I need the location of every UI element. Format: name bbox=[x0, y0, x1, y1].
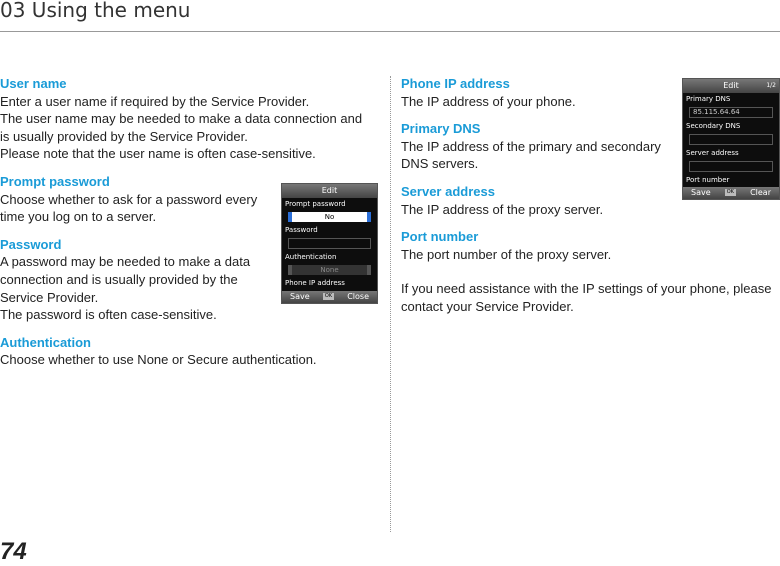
section-heading: Primary DNS bbox=[401, 121, 481, 137]
text: Please note that the user name is often … bbox=[0, 146, 316, 162]
section-heading: Server address bbox=[401, 183, 495, 199]
password-field bbox=[288, 238, 371, 249]
softkey-bar: Save OK Close bbox=[282, 291, 377, 303]
text: Enter a user name if required by the Ser… bbox=[0, 93, 310, 109]
section-password: Password A password may be needed to mak… bbox=[0, 236, 265, 324]
screen-title: Edit bbox=[723, 81, 739, 90]
page-number: 74 bbox=[0, 538, 27, 565]
text: The IP address of the proxy server. bbox=[401, 201, 604, 217]
clear-softkey: Clear bbox=[750, 188, 771, 197]
ok-icon: OK bbox=[724, 189, 736, 196]
section-prompt-password: Prompt password Choose whether to ask fo… bbox=[0, 173, 265, 226]
section-heading: Authentication bbox=[0, 334, 91, 350]
text: The IP address of your phone. bbox=[401, 93, 576, 109]
text: Choose whether to use None or Secure aut… bbox=[0, 352, 317, 368]
section-heading: Port number bbox=[401, 229, 479, 245]
secondary-dns-field bbox=[689, 134, 773, 145]
softkey-bar: Save OK Clear bbox=[683, 187, 779, 199]
section-server-address: Server address The IP address of the pro… bbox=[401, 183, 676, 218]
section-heading: Phone IP address bbox=[401, 76, 510, 91]
field-label: Authentication bbox=[285, 253, 337, 261]
server-address-field bbox=[689, 161, 773, 172]
field-label: Primary DNS bbox=[686, 95, 731, 103]
close-softkey: Close bbox=[347, 292, 369, 301]
save-softkey: Save bbox=[290, 292, 310, 301]
section-primary-dns: Primary DNS The IP address of the primar… bbox=[401, 120, 676, 173]
primary-dns-field: 85.115.64.64 bbox=[689, 107, 773, 118]
text: The user name may be needed to make a da… bbox=[0, 111, 363, 144]
assistance-note: If you need assistance with the IP setti… bbox=[401, 281, 772, 314]
right-column: Phone IP address The IP address of your … bbox=[401, 75, 772, 316]
section-heading: User name bbox=[0, 76, 67, 91]
text: The IP address of the primary and second… bbox=[401, 138, 661, 172]
field-label: Password bbox=[285, 226, 318, 234]
prompt-selector: No bbox=[288, 212, 371, 222]
phone-screenshot-1: Edit Prompt password No Password Authent… bbox=[281, 183, 378, 304]
field-label: Server address bbox=[686, 149, 739, 157]
section-heading: Password bbox=[0, 236, 62, 252]
screen-title: Edit bbox=[282, 184, 377, 198]
save-softkey: Save bbox=[691, 188, 711, 197]
phone-screenshot-2: Edit 1/2 Primary DNS 85.115.64.64 Seconda… bbox=[682, 78, 780, 200]
header-rule bbox=[0, 31, 780, 32]
section-phone-ip: Phone IP address The IP address of your … bbox=[401, 75, 676, 110]
section-port-number: Port number The port number of the proxy… bbox=[401, 228, 676, 263]
text: The port number of the proxy server. bbox=[401, 246, 612, 262]
auth-selector: None bbox=[288, 265, 371, 275]
field-label: Secondary DNS bbox=[686, 122, 741, 130]
field-label: Phone IP address bbox=[285, 279, 345, 287]
page-header: 03 Using the menu bbox=[0, 0, 191, 22]
text: A password may be needed to make a data … bbox=[0, 254, 251, 305]
page-counter: 1/2 bbox=[766, 82, 776, 89]
text: The password is often case-sensitive. bbox=[0, 307, 217, 323]
field-label: Prompt password bbox=[285, 200, 346, 208]
field-label: Port number bbox=[686, 176, 730, 184]
screen-title-bar: Edit 1/2 bbox=[683, 79, 779, 93]
column-divider bbox=[390, 76, 391, 532]
ok-icon: OK bbox=[322, 293, 335, 300]
section-user-name: User name Enter a user name if required … bbox=[0, 75, 368, 163]
section-authentication: Authentication Choose whether to use Non… bbox=[0, 334, 368, 369]
section-heading: Prompt password bbox=[0, 173, 110, 189]
text: Choose whether to ask for a password eve… bbox=[0, 191, 258, 225]
